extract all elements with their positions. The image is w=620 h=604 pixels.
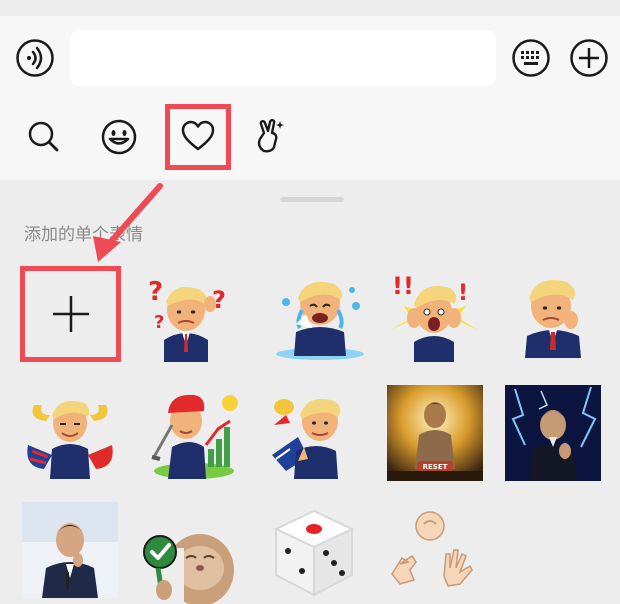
tab-stickers[interactable]	[237, 104, 303, 170]
sticker-lightning-man[interactable]	[505, 385, 601, 481]
emoji-icon	[101, 119, 137, 155]
keyboard-icon	[512, 39, 550, 77]
sticker-worried[interactable]	[505, 266, 601, 362]
svg-text:!: !	[458, 281, 468, 306]
plus-icon	[570, 39, 608, 77]
svg-text:!!: !!	[392, 272, 414, 300]
more-button[interactable]	[569, 38, 609, 78]
sticker-shocked[interactable]: !! !	[386, 266, 482, 362]
tab-emoji[interactable]	[86, 104, 152, 170]
svg-text:?: ?	[148, 277, 163, 307]
keyboard-button[interactable]	[511, 38, 551, 78]
svg-text:RESET: RESET	[423, 463, 448, 471]
voice-icon	[16, 39, 54, 77]
search-icon	[28, 121, 59, 152]
sticker-question[interactable]: ? ? ?	[138, 266, 234, 362]
top-divider	[0, 0, 620, 16]
plus-icon	[52, 296, 89, 332]
sticker-golf[interactable]	[146, 385, 242, 481]
sticker-man-speaker[interactable]	[22, 502, 118, 598]
sticker-cat-check[interactable]	[140, 508, 236, 604]
sticker-pointing[interactable]	[268, 385, 364, 481]
drag-handle[interactable]	[280, 197, 344, 202]
tab-favorites[interactable]	[165, 104, 231, 170]
sticker-rock-paper-scissors[interactable]	[386, 504, 482, 600]
message-input[interactable]	[70, 30, 496, 86]
sticker-crying[interactable]	[272, 266, 368, 362]
sticker-flexing[interactable]	[22, 385, 118, 481]
sticker-dice[interactable]	[266, 507, 362, 603]
section-title: 添加的单个表情	[24, 225, 143, 244]
add-sticker-button[interactable]	[20, 266, 121, 362]
heart-icon	[181, 120, 215, 151]
sticker-golden-statue[interactable]: RESET	[387, 385, 483, 481]
hand-sticker-icon	[257, 119, 284, 153]
svg-text:?: ?	[154, 312, 164, 333]
tab-search[interactable]	[11, 104, 77, 170]
voice-button[interactable]	[15, 38, 55, 78]
